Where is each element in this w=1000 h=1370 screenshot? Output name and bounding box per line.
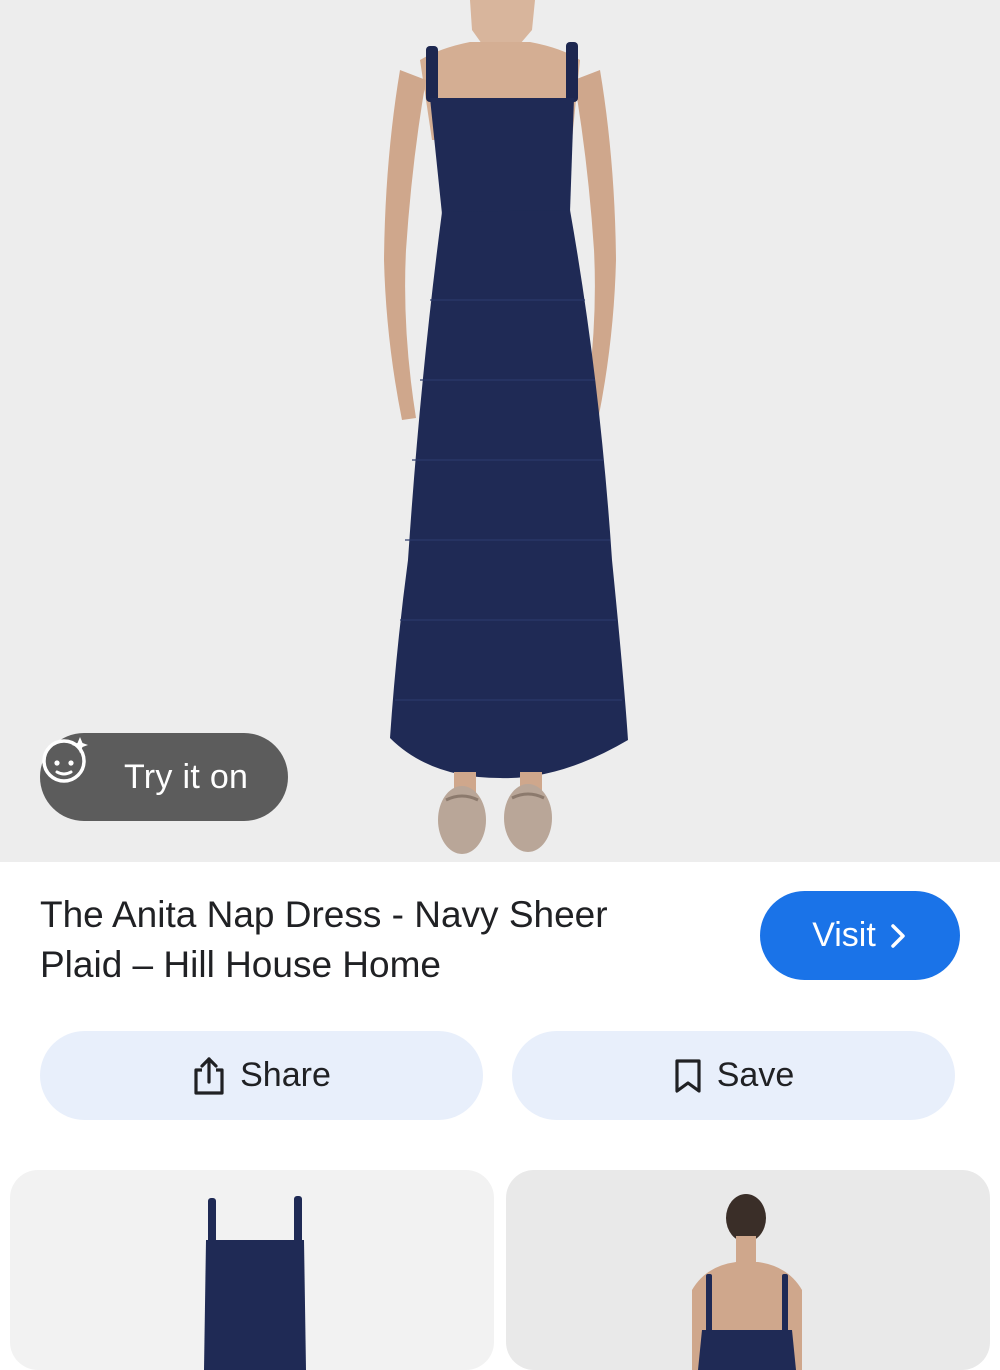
related-dress-photo [204,1196,306,1370]
share-icon [192,1056,226,1096]
save-button[interactable]: Save [512,1031,955,1120]
related-image-card[interactable] [506,1170,990,1370]
share-label: Share [240,1056,331,1094]
visit-label: Visit [812,916,876,954]
try-it-on-label: Try it on [124,757,249,796]
bookmark-icon [673,1057,703,1095]
share-button[interactable]: Share [40,1031,483,1120]
chevron-right-icon [888,923,908,949]
related-back-photo [692,1194,802,1370]
product-title[interactable]: The Anita Nap Dress - Navy Sheer Plaid –… [40,890,700,990]
face-sparkle-icon [42,737,112,803]
related-image-card[interactable] [10,1170,494,1370]
try-it-on-button[interactable]: Try it on [40,733,288,821]
product-image[interactable]: Try it on [0,0,1000,862]
visit-button[interactable]: Visit [760,891,960,980]
save-label: Save [716,1056,795,1094]
